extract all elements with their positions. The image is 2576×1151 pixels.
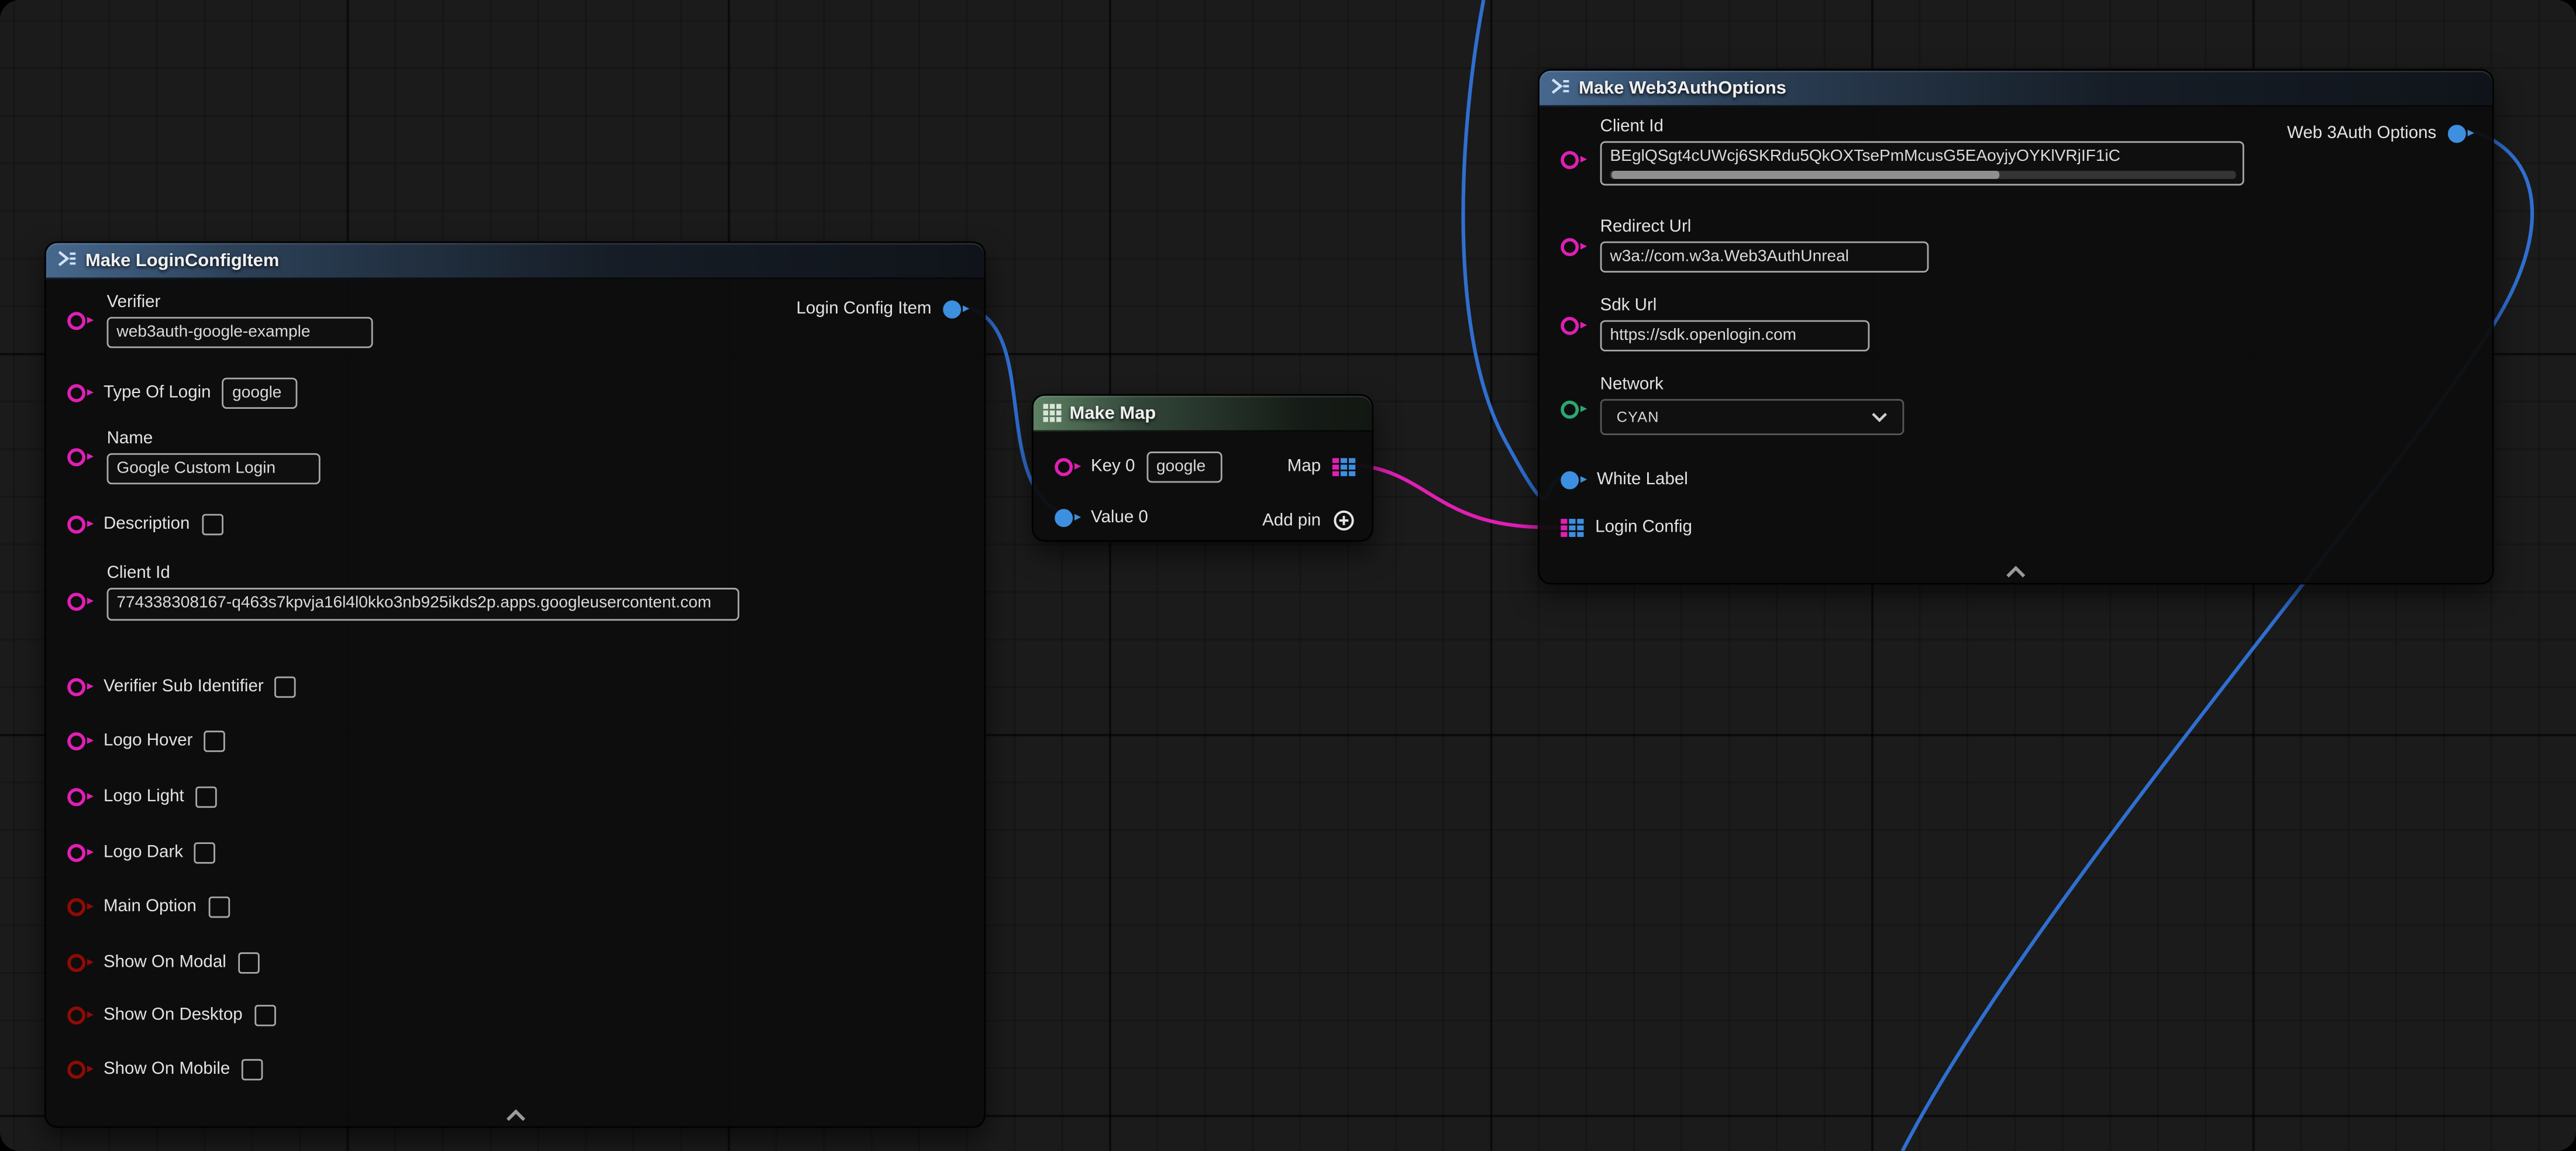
- collapse-chevron-icon[interactable]: [2005, 565, 2027, 578]
- pin-sdk-url[interactable]: [1561, 317, 1585, 335]
- make-struct-icon: [56, 247, 77, 274]
- blueprint-canvas[interactable]: Make LoginConfigItem Verifier web3auth-g…: [0, 0, 2576, 1151]
- pin-label: Show On Desktop: [104, 1005, 243, 1025]
- pin-name[interactable]: [67, 448, 92, 466]
- pin-verifier-sub-identifier[interactable]: [67, 677, 92, 695]
- chevron-down-icon: [1871, 412, 1888, 422]
- pin-map-out[interactable]: [1332, 457, 1355, 475]
- pin-white-label[interactable]: [1561, 470, 1585, 488]
- sdk-url-input[interactable]: https://sdk.openlogin.com: [1600, 320, 1870, 351]
- client-id-input[interactable]: BEglQSgt4cUWcj6SKRdu5QkOXTsePmMcusG5EAoy…: [1600, 141, 2244, 185]
- output-pin-label: Login Config Item: [796, 299, 931, 319]
- pin-label: Verifier Sub Identifier: [104, 677, 264, 697]
- pin-label: Network: [1600, 374, 1664, 394]
- pin-label: Client Id: [107, 563, 170, 583]
- pin-label: Client Id: [1600, 116, 1664, 136]
- show-on-mobile-checkbox[interactable]: [242, 1058, 263, 1079]
- pin-label: Logo Light: [104, 787, 184, 807]
- pin-description[interactable]: [67, 515, 92, 533]
- wire-map-to-loginconfig[interactable]: [1354, 464, 1562, 527]
- pin-redirect-url[interactable]: [1561, 238, 1585, 256]
- node-header-make-map[interactable]: Make Map: [1034, 396, 1372, 432]
- show-on-modal-checkbox[interactable]: [237, 952, 259, 973]
- pin-label: Sdk Url: [1600, 295, 1657, 315]
- make-struct-icon: [1549, 75, 1571, 101]
- client-id-scrollbar[interactable]: [1610, 171, 2236, 179]
- node-title: Make Map: [1069, 403, 1156, 423]
- map-grid-icon: [1044, 404, 1062, 422]
- blueprint-editor: Make LoginConfigItem Verifier web3auth-g…: [0, 0, 2576, 1151]
- pin-logo-light[interactable]: [67, 787, 92, 805]
- verifier-sub-identifier-input[interactable]: [275, 676, 297, 697]
- network-dropdown[interactable]: CYAN: [1600, 399, 1905, 435]
- pin-label: Description: [104, 514, 190, 534]
- node-header-make-loginconfigitem[interactable]: Make LoginConfigItem: [46, 243, 984, 279]
- main-option-checkbox[interactable]: [208, 895, 230, 916]
- collapse-chevron-icon[interactable]: [504, 1108, 526, 1121]
- add-pin-label: Add pin: [1262, 511, 1321, 530]
- node-header-make-web3authoptions[interactable]: Make Web3AuthOptions: [1540, 71, 2492, 107]
- pin-label: White Label: [1597, 470, 1688, 490]
- pin-login-config[interactable]: [1561, 518, 1583, 536]
- node-title: Make Web3AuthOptions: [1579, 78, 1786, 98]
- pin-show-on-modal[interactable]: [67, 953, 92, 971]
- pin-client-id[interactable]: [67, 592, 92, 611]
- pin-label: Logo Hover: [104, 730, 193, 750]
- network-selected-value: CYAN: [1617, 409, 1659, 425]
- add-pin-button[interactable]: [1332, 509, 1355, 532]
- logo-dark-input[interactable]: [195, 842, 216, 863]
- pin-label: Redirect Url: [1600, 217, 1692, 237]
- pin-label: Main Option: [104, 897, 197, 916]
- pin-label: Show On Modal: [104, 952, 226, 972]
- pin-logo-dark[interactable]: [67, 843, 92, 861]
- pin-label: Logo Dark: [104, 842, 183, 862]
- pin-type-of-login[interactable]: [67, 384, 92, 402]
- node-make-loginconfigitem[interactable]: Make LoginConfigItem Verifier web3auth-g…: [44, 242, 986, 1128]
- show-on-desktop-checkbox[interactable]: [254, 1004, 275, 1025]
- node-make-map[interactable]: Make Map Key 0 google Map Value 0 Add pi…: [1032, 394, 1373, 542]
- pin-login-config-item-out[interactable]: [943, 299, 967, 318]
- pin-network[interactable]: [1561, 401, 1585, 419]
- description-input[interactable]: [201, 513, 223, 534]
- name-input[interactable]: Google Custom Login: [107, 453, 321, 484]
- pin-main-option[interactable]: [67, 897, 92, 915]
- client-id-input[interactable]: 774338308167-q463s7kpvja16l4l0kko3nb925i…: [107, 588, 739, 621]
- logo-hover-input[interactable]: [204, 730, 226, 751]
- pin-label: Show On Mobile: [104, 1059, 230, 1079]
- pin-label: Type Of Login: [104, 382, 211, 402]
- node-make-web3authoptions[interactable]: Make Web3AuthOptions Web 3Auth Options C…: [1538, 69, 2494, 585]
- redirect-url-input[interactable]: w3a://com.w3a.Web3AuthUnreal: [1600, 242, 1929, 273]
- node-title: Make LoginConfigItem: [85, 250, 279, 270]
- type-of-login-input[interactable]: google: [222, 377, 298, 408]
- logo-light-input[interactable]: [195, 785, 217, 807]
- pin-logo-hover[interactable]: [67, 732, 92, 750]
- pin-show-on-mobile[interactable]: [67, 1060, 92, 1078]
- output-pin-label: Map: [1287, 456, 1321, 476]
- scrollbar-thumb[interactable]: [1611, 171, 1999, 179]
- pin-client-id[interactable]: [1561, 151, 1585, 169]
- pin-label: Name: [107, 429, 153, 449]
- pin-label: Login Config: [1595, 517, 1692, 537]
- pin-show-on-desktop[interactable]: [67, 1006, 92, 1024]
